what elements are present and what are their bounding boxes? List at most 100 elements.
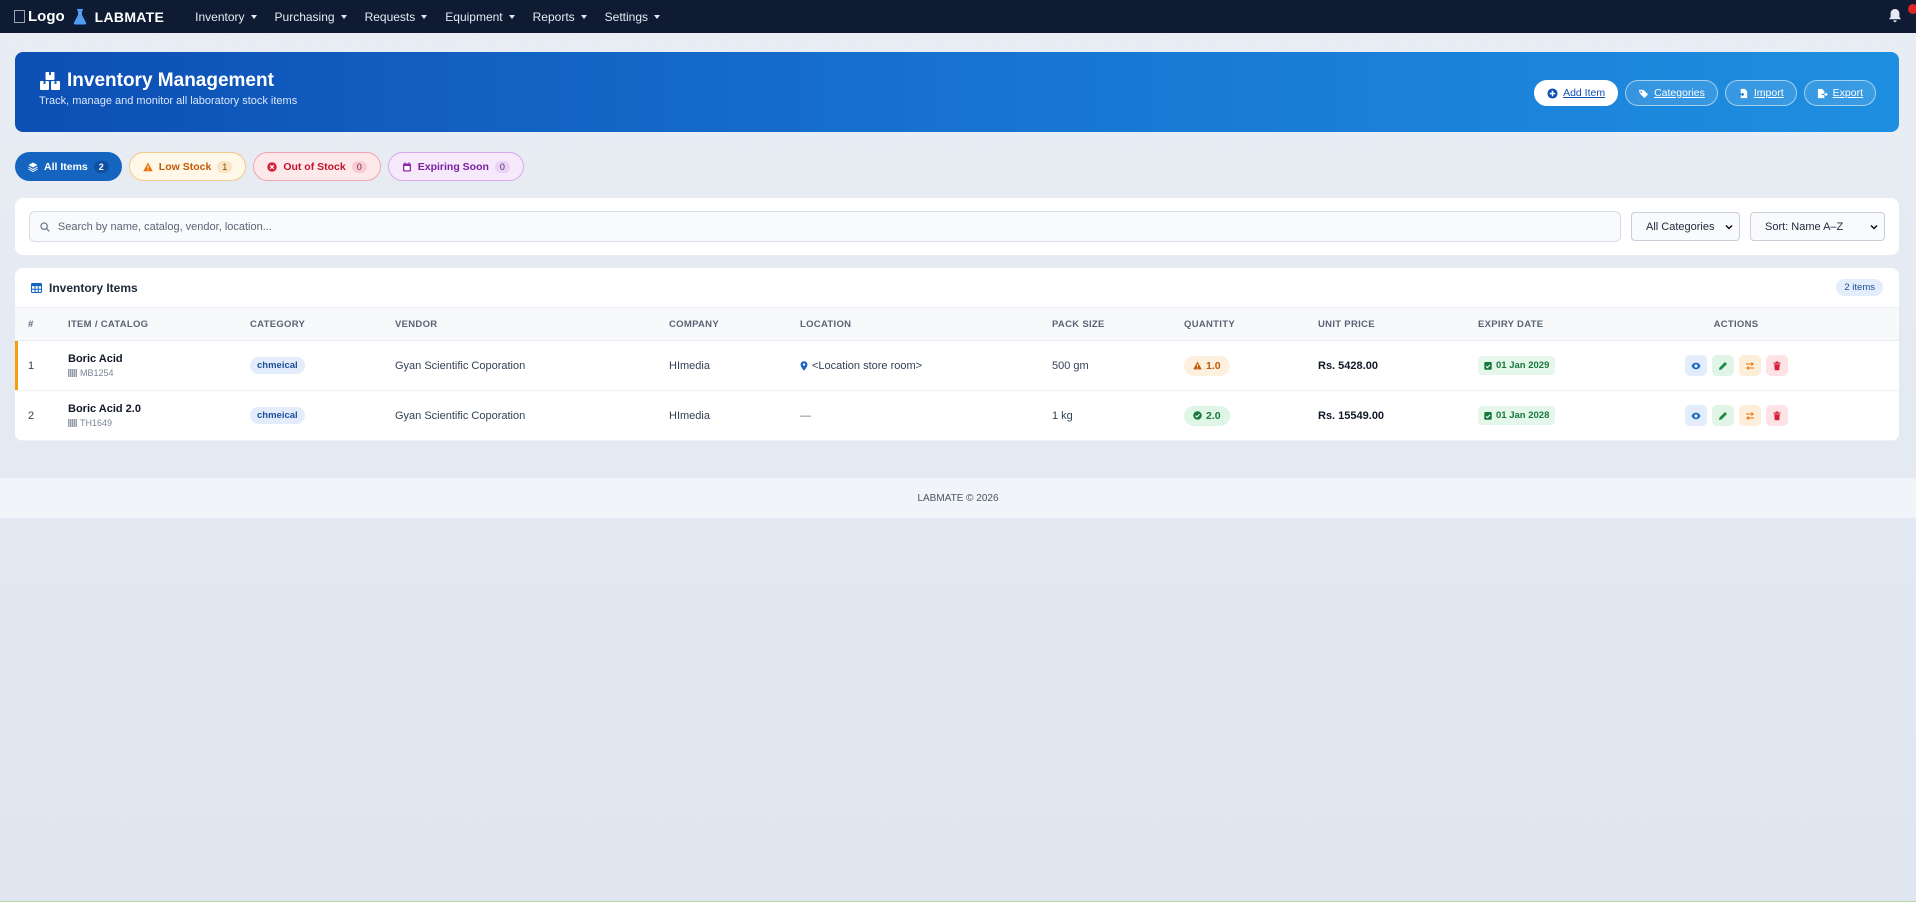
edit-button[interactable] (1711, 355, 1734, 376)
import-label: Import (1753, 87, 1784, 99)
delete-button[interactable] (1765, 355, 1788, 376)
notifications-button[interactable] (1888, 3, 1916, 26)
add-item-button[interactable]: Add Item (1534, 80, 1619, 106)
catalog-text: MB1254 (80, 368, 114, 378)
pack-size-cell: 1 kg (1052, 409, 1073, 422)
unit-price-cell: Rs. 5428.00 (1318, 359, 1378, 372)
trash-icon (1773, 411, 1780, 420)
tab-all-items[interactable]: All Items 2 (15, 152, 122, 181)
row-number: 2 (28, 409, 35, 422)
plus-circle-icon (1547, 87, 1558, 99)
tab-expiring-soon[interactable]: Expiring Soon 0 (387, 152, 524, 181)
expiry-badge: 01 Jan 2029 (1478, 356, 1556, 375)
categories-button[interactable]: Categories (1625, 80, 1718, 106)
delete-button[interactable] (1765, 405, 1788, 426)
col-pack-size: PACK SIZE (1052, 318, 1105, 330)
category-select[interactable]: All Categories (1631, 212, 1740, 241)
chevron-down-icon (1870, 224, 1878, 230)
x-circle-icon (267, 161, 278, 172)
add-item-label: Add Item (1563, 87, 1606, 99)
caret-down-icon (421, 14, 428, 19)
quantity-badge-ok: 2.0 (1184, 405, 1230, 426)
nav-item-purchasing[interactable]: Purchasing (266, 10, 356, 24)
row-number: 1 (28, 359, 35, 372)
bell-icon (1889, 8, 1901, 22)
col-num: # (28, 318, 34, 330)
expiry-text: 01 Jan 2028 (1496, 410, 1550, 421)
expiry-cell: 01 Jan 2028 (1478, 406, 1684, 425)
category-cell: chmeical (250, 407, 395, 424)
broken-image-icon (14, 10, 25, 23)
filter-tabs: All Items 2 Low Stock 1 Out of Stock 0 E… (15, 152, 524, 181)
nav-item-requests[interactable]: Requests (356, 10, 437, 24)
item-name[interactable]: Boric Acid (68, 353, 250, 365)
warning-icon (1193, 361, 1202, 370)
quantity-text: 2.0 (1206, 409, 1221, 422)
nav-label: Settings (604, 9, 649, 24)
notification-badge (1908, 3, 1916, 14)
search-icon (40, 221, 50, 232)
expiry-cell: 01 Jan 2029 (1478, 356, 1684, 375)
logo-broken-image: Logo (14, 8, 65, 25)
inventory-table-card: Inventory Items 2 items # ITEM / CATALOG… (15, 268, 1899, 441)
tab-out-of-stock[interactable]: Out of Stock 0 (253, 152, 381, 181)
tab-count: 0 (351, 160, 367, 173)
tags-icon (1639, 89, 1649, 98)
eye-icon (1691, 412, 1700, 419)
col-company: COMPANY (669, 318, 719, 330)
transfer-button[interactable] (1738, 405, 1761, 426)
page-title-text: Inventory Management (67, 70, 274, 91)
col-vendor: VENDOR (395, 318, 438, 330)
nav-item-inventory[interactable]: Inventory (186, 10, 265, 24)
transfer-arrows-icon (1745, 411, 1754, 420)
col-location: LOCATION (800, 318, 852, 330)
caret-down-icon (340, 14, 347, 19)
table-header: Inventory Items 2 items (15, 268, 1899, 308)
import-button[interactable]: Import (1724, 80, 1797, 106)
calendar-check-icon (1484, 362, 1492, 370)
tab-low-stock[interactable]: Low Stock 1 (128, 152, 247, 181)
expiry-badge: 01 Jan 2028 (1478, 406, 1556, 425)
transfer-arrows-icon (1745, 361, 1754, 370)
caret-down-icon (250, 14, 257, 19)
view-button[interactable] (1684, 405, 1707, 426)
category-select-value: All Categories (1646, 220, 1715, 233)
export-button[interactable]: Export (1803, 80, 1876, 106)
col-item: ITEM / CATALOG (68, 318, 149, 330)
nav-menu: Inventory Purchasing Requests Equipment … (186, 10, 669, 24)
brand[interactable]: Logo LABMATE (14, 8, 164, 25)
location-cell: <Location store room> (800, 360, 1052, 372)
transfer-button[interactable] (1738, 355, 1761, 376)
quantity-cell: 1.0 (1184, 355, 1318, 376)
nav-item-reports[interactable]: Reports (524, 10, 596, 24)
edit-button[interactable] (1711, 405, 1734, 426)
items-count-badge: 2 items (1836, 279, 1883, 296)
footer-text: LABMATE © 2026 (917, 492, 999, 504)
table-title: Inventory Items (31, 281, 138, 295)
table-row: 2 Boric Acid 2.0 TH1649 chmeical Gyan Sc… (15, 391, 1899, 441)
calendar-check-icon (1484, 412, 1492, 420)
nav-item-settings[interactable]: Settings (596, 10, 669, 24)
eye-icon (1691, 362, 1700, 369)
search-input[interactable] (57, 220, 1610, 233)
page-header: Inventory Management Track, manage and m… (15, 52, 1899, 132)
unit-price-cell: Rs. 15549.00 (1318, 409, 1385, 422)
tab-label: Low Stock (158, 160, 212, 173)
item-name[interactable]: Boric Acid 2.0 (68, 403, 250, 415)
tab-count: 1 (217, 160, 233, 173)
quantity-cell: 2.0 (1184, 405, 1318, 426)
col-unit-price: UNIT PRICE (1318, 318, 1375, 330)
view-button[interactable] (1684, 355, 1707, 376)
vendor-cell: Gyan Scientific Coporation (395, 409, 526, 422)
nav-item-equipment[interactable]: Equipment (436, 10, 523, 24)
category-badge: chmeical (250, 357, 305, 374)
nav-label: Reports (532, 9, 575, 24)
search-box[interactable] (29, 211, 1621, 242)
location-cell: — (800, 410, 1052, 422)
quantity-text: 1.0 (1206, 359, 1221, 372)
caret-down-icon (580, 14, 587, 19)
sort-select[interactable]: Sort: Name A–Z (1750, 212, 1885, 241)
caret-down-icon (508, 14, 515, 19)
pack-size-cell: 500 gm (1052, 359, 1089, 372)
barcode-icon (68, 369, 77, 377)
